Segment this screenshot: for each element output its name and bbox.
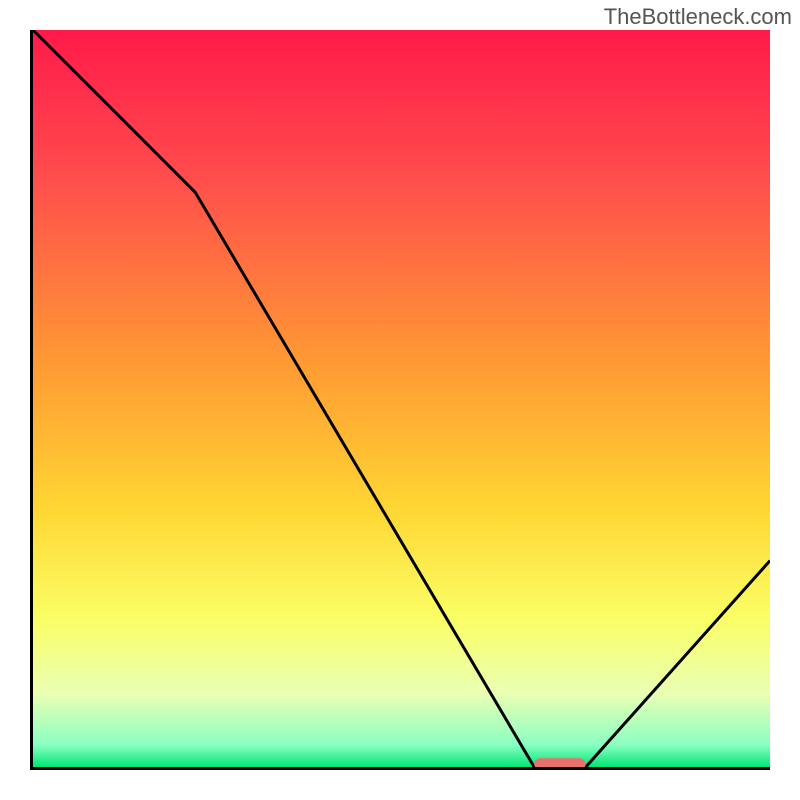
- curve-layer: [33, 30, 770, 767]
- bottleneck-curve: [33, 30, 770, 767]
- optimal-marker: [534, 758, 586, 767]
- chart-container: TheBottleneck.com: [0, 0, 800, 800]
- watermark-text: TheBottleneck.com: [604, 4, 792, 30]
- plot-area: [30, 30, 770, 770]
